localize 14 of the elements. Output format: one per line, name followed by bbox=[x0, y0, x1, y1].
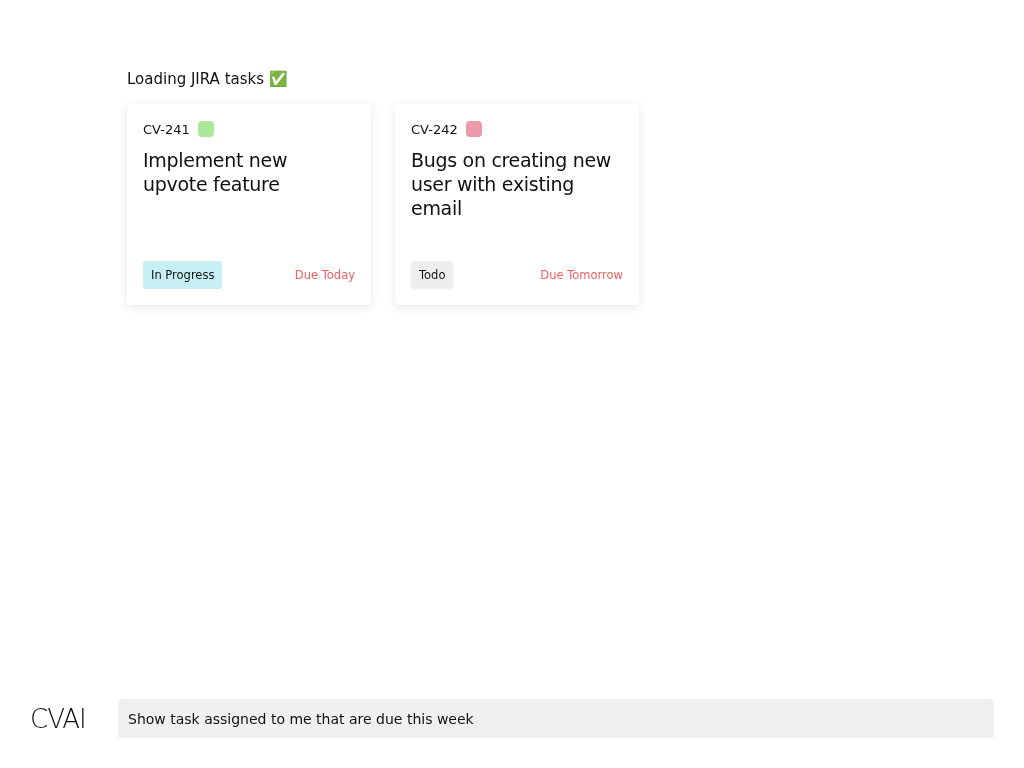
due-label: Due Tomorrow bbox=[540, 268, 623, 282]
task-card[interactable]: CV-241 Implement new upvote feature In Progress Due Today bbox=[127, 104, 371, 305]
task-key: CV-241 bbox=[143, 121, 190, 137]
status-tag: Todo bbox=[411, 261, 454, 289]
due-label: Due Today bbox=[294, 268, 355, 282]
task-key: CV-242 bbox=[411, 121, 458, 137]
check-icon: ✅ bbox=[269, 70, 289, 88]
prompt-field[interactable]: Show task assigned to me that are due this week bbox=[118, 699, 994, 738]
logo: CVAI bbox=[30, 703, 87, 734]
heading: Loading JIRA tasks bbox=[127, 70, 265, 88]
task-card[interactable]: CV-242 Bugs on creating new user with existing email Todo Due Tomorrow bbox=[395, 104, 639, 305]
task-title: Implement new upvote feature bbox=[143, 148, 289, 197]
task-title: Bugs on creating new user with existing email bbox=[411, 148, 613, 221]
status-tag: In Progress bbox=[143, 261, 223, 289]
